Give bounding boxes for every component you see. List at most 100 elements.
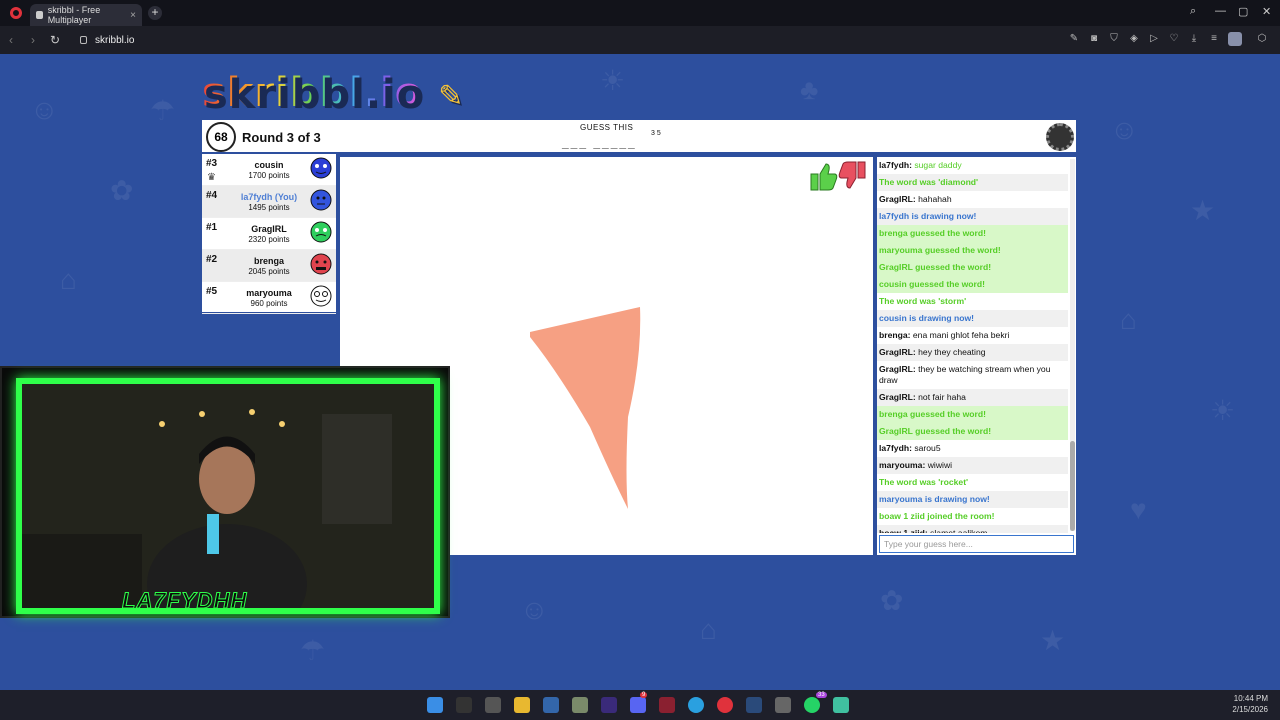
chat-message: la7fydh: sarou5 <box>877 440 1068 457</box>
extensions-icon[interactable]: ⬡ <box>1256 33 1268 45</box>
steam-icon[interactable] <box>746 697 762 713</box>
start-icon[interactable] <box>427 697 443 713</box>
chat-text: The word was 'rocket' <box>879 477 969 487</box>
close-window-button[interactable]: ✕ <box>1262 5 1271 18</box>
chat-text: not fair haha <box>915 392 966 402</box>
app-icon[interactable] <box>775 697 791 713</box>
reload-icon[interactable]: ↻ <box>44 33 66 47</box>
search-tabs-icon[interactable]: ⌕ <box>1190 5 1196 18</box>
chat-message: GragIRL guessed the word! <box>877 423 1068 440</box>
player-avatar <box>310 189 332 211</box>
chat-text: hahahah <box>915 194 952 204</box>
premiere-icon[interactable] <box>601 697 617 713</box>
player-avatar <box>310 157 332 179</box>
whatsapp-badge: 33 <box>816 692 827 698</box>
player-rank: #2 <box>206 254 218 265</box>
player-row[interactable]: #4 la7fydh (You) 1495 points <box>202 186 336 218</box>
minimize-button[interactable]: — <box>1215 5 1226 17</box>
player-name: brenga <box>253 256 284 266</box>
browser-tab[interactable]: skribbl - Free Multiplayer × <box>30 4 142 26</box>
timer-clock: 68 <box>206 122 236 152</box>
player-row[interactable]: #5 maryouma 960 points <box>202 282 336 314</box>
chat-text: brenga guessed the word! <box>879 409 986 419</box>
crown-icon: ♛ <box>207 172 216 183</box>
close-tab-icon[interactable]: × <box>130 10 136 21</box>
chat-username: GragIRL: <box>879 364 916 374</box>
player-row[interactable]: #3 ♛ cousin 1700 points <box>202 154 336 186</box>
guess-input[interactable]: Type your guess here... <box>879 535 1074 553</box>
chat-message: brenga guessed the word! <box>877 406 1068 423</box>
player-points: 1495 points <box>248 203 290 212</box>
lock-icon <box>80 36 87 44</box>
heart-icon[interactable]: ♡ <box>1168 33 1180 45</box>
player-row[interactable]: #1 GragIRL 2320 points <box>202 218 336 250</box>
app-icon[interactable] <box>485 697 501 713</box>
chat-text: la7fydh is drawing now! <box>879 211 977 221</box>
doodle-icon: ✿ <box>880 585 904 616</box>
chat-message: la7fydh is drawing now! <box>877 208 1068 225</box>
forward-icon[interactable]: › <box>22 33 44 47</box>
chat-text: wiwiwi <box>925 460 953 470</box>
app-icon[interactable] <box>659 697 675 713</box>
chat-message: GragIRL: they be watching stream when yo… <box>877 361 1068 389</box>
chat-text: ena mani ghlot feha bekri <box>910 330 1010 340</box>
whatsapp-icon[interactable] <box>804 697 820 713</box>
chat-text: sarou5 <box>911 443 941 453</box>
settings-gear-icon[interactable] <box>1046 123 1074 151</box>
chat-message: brenga guessed the word! <box>877 225 1068 242</box>
word-lengths: 3 5 <box>651 130 661 137</box>
maximize-button[interactable]: ▢ <box>1238 5 1248 18</box>
url-text[interactable]: skribbl.io <box>95 35 134 46</box>
player-row[interactable]: #2 brenga 2045 points <box>202 250 336 282</box>
chat-scrollbar[interactable] <box>1070 159 1075 531</box>
player-avatar <box>310 221 332 243</box>
chat-message: GragIRL: hey they cheating <box>877 344 1068 361</box>
chat-username: la7fydh: <box>879 160 912 170</box>
opera-icon[interactable] <box>717 697 733 713</box>
chat-username: brenga: <box>879 330 911 340</box>
chat-text: The word was 'diamond' <box>879 177 979 187</box>
webcam-overlay: LA7FYDHH <box>0 366 450 644</box>
logo-text: skribbl.io <box>202 70 424 116</box>
app-icon[interactable] <box>543 697 559 713</box>
doodle-icon: ☀ <box>600 65 626 96</box>
menu-icon[interactable]: ≡ <box>1208 33 1220 45</box>
system-clock[interactable]: 10:44 PM 2/15/2026 <box>1232 693 1268 715</box>
vpn-icon[interactable]: ◈ <box>1128 33 1140 45</box>
doodle-icon: ☺ <box>520 594 549 625</box>
opera-menu-icon[interactable] <box>10 7 22 19</box>
game-header: 68 Round 3 of 3 GUESS THIS ___ _____ 3 5 <box>202 120 1076 152</box>
tab-title: skribbl - Free Multiplayer <box>47 5 101 25</box>
discord-icon[interactable] <box>630 697 646 713</box>
thumbs-down-icon[interactable] <box>838 161 866 189</box>
back-icon[interactable]: ‹ <box>0 33 22 47</box>
chat-message: maryouma: wiwiwi <box>877 457 1068 474</box>
file-explorer-icon[interactable] <box>514 697 530 713</box>
play-icon[interactable]: ▷ <box>1148 33 1160 45</box>
epic-games-icon[interactable] <box>456 697 472 713</box>
doodle-icon: ✿ <box>110 175 134 206</box>
chat-text: brenga guessed the word! <box>879 228 986 238</box>
profile-icon[interactable] <box>1228 32 1242 46</box>
chat-message: GragIRL: not fair haha <box>877 389 1068 406</box>
chat-message: brenga: ena mani ghlot feha bekri <box>877 327 1068 344</box>
telegram-icon[interactable] <box>688 697 704 713</box>
round-indicator: Round 3 of 3 <box>242 130 321 145</box>
thumbs-up-icon[interactable] <box>810 163 838 191</box>
chat-panel: la7fydh: sugar daddy The word was 'diamon… <box>877 157 1076 555</box>
chat-message: cousin guessed the word! <box>877 276 1068 293</box>
chat-text: cousin guessed the word! <box>879 279 986 289</box>
player-avatar <box>310 253 332 275</box>
webcam-frame <box>16 378 440 644</box>
new-tab-button[interactable]: + <box>148 6 162 20</box>
browser-tab-bar: skribbl - Free Multiplayer × + ⌕ — ▢ ✕ <box>0 0 1280 26</box>
xbox-icon[interactable] <box>572 697 588 713</box>
download-icon[interactable]: ⤓ <box>1188 33 1200 45</box>
player-rank: #3 <box>206 158 218 169</box>
camera-icon[interactable]: ◙ <box>1088 33 1100 45</box>
notepad-icon[interactable] <box>833 697 849 713</box>
chat-username: la7fydh: <box>879 443 912 453</box>
edit-icon[interactable]: ✎ <box>1068 33 1080 45</box>
chat-message: maryouma guessed the word! <box>877 242 1068 259</box>
shield-icon[interactable]: ⛉ <box>1108 33 1120 45</box>
